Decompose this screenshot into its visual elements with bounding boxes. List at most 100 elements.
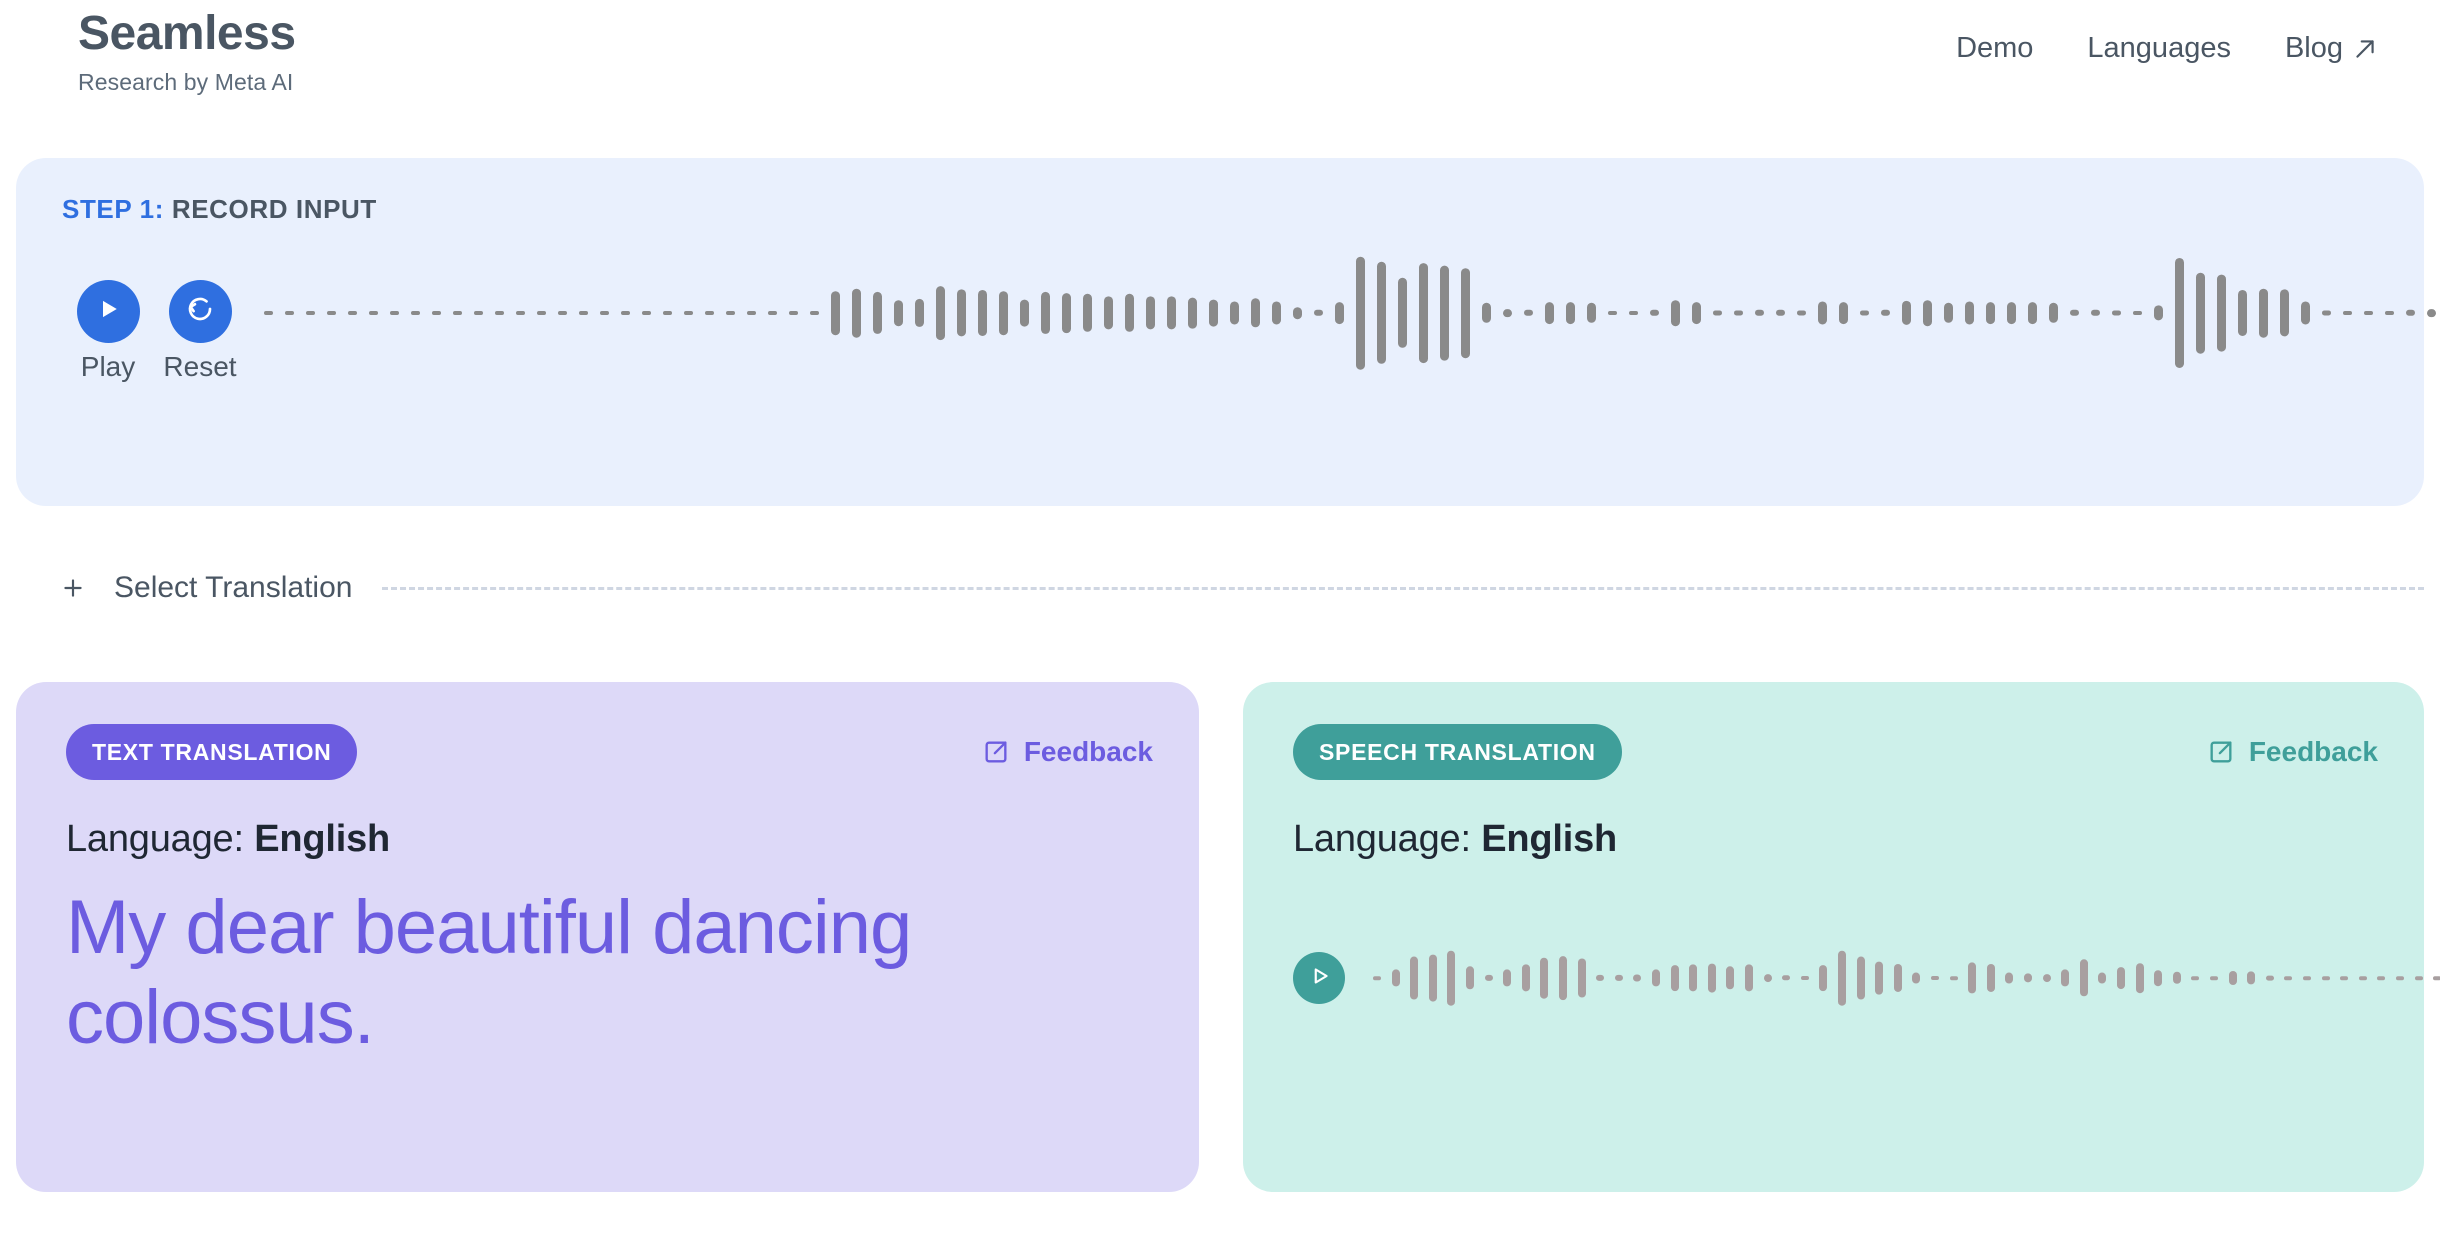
speech-language-label: Language: [1293, 818, 1471, 860]
waveform-bar [894, 300, 903, 326]
waveform-bar [831, 291, 840, 335]
waveform-bar [2175, 257, 2184, 369]
waveform-bar [1482, 302, 1491, 324]
waveform-bar [2154, 970, 2163, 986]
waveform-bar [1629, 311, 1638, 315]
waveform-bar [2061, 969, 2070, 987]
play-button[interactable]: Play [62, 280, 154, 383]
waveform-bar [2284, 976, 2293, 980]
waveform-bar [1398, 277, 1407, 349]
waveform-bar [1545, 302, 1554, 324]
waveform-bar [390, 311, 399, 315]
waveform-bar [411, 311, 420, 315]
waveform-bar [684, 311, 693, 315]
brand-subtitle: Research by Meta AI [78, 68, 294, 95]
waveform-bar [1577, 958, 1586, 998]
waveform-bar [1755, 309, 1764, 317]
waveform-bar [1707, 963, 1716, 993]
text-feedback-link[interactable]: Feedback [982, 736, 1153, 768]
waveform-bar [453, 311, 462, 315]
waveform-bar [1912, 972, 1921, 984]
waveform-bar [369, 311, 378, 315]
nav-link-demo[interactable]: Demo [1956, 32, 2033, 65]
waveform-bar [600, 311, 609, 315]
waveform-bar [1763, 974, 1772, 982]
waveform-bar [474, 311, 483, 315]
waveform-bar [1965, 301, 1974, 325]
waveform-bar [1633, 974, 1642, 982]
reset-icon [184, 293, 216, 330]
waveform-bar [1391, 969, 1400, 987]
waveform-bar [2396, 976, 2404, 980]
text-card-header: Text Translation Feedback [66, 724, 1153, 780]
waveform-bar [1596, 974, 1605, 982]
text-translation-card: Text Translation Feedback Language: Engl… [16, 682, 1199, 1192]
waveform-bar [789, 311, 798, 315]
waveform-bar [1819, 965, 1828, 991]
waveform-bar [1461, 268, 1470, 358]
step-label: STEP 1: RECORD INPUT [62, 194, 2382, 225]
waveform-bar [1745, 964, 1753, 992]
waveform-bar [348, 311, 357, 315]
text-language-value: English [254, 818, 391, 860]
waveform-bar [2358, 976, 2367, 980]
speech-feedback-link[interactable]: Feedback [2207, 736, 2378, 768]
speech-play-button[interactable] [1293, 952, 1345, 1004]
text-translation-badge: Text Translation [66, 724, 358, 780]
external-link-box-icon [982, 738, 1010, 766]
nav-link-languages[interactable]: Languages [2087, 32, 2231, 65]
waveform-bar [2133, 311, 2142, 315]
waveform-bar [2217, 274, 2226, 352]
waveform-bar [1484, 974, 1493, 982]
waveform-bar [1356, 256, 1365, 370]
speech-waveform-bars [1373, 933, 2440, 1023]
main-nav: Demo Languages Blog [1956, 0, 2378, 65]
waveform-bar [264, 311, 273, 315]
waveform-bar [663, 311, 672, 315]
reset-button[interactable]: Reset [154, 280, 246, 383]
translation-results: Text Translation Feedback Language: Engl… [16, 682, 2440, 1192]
waveform-bar [1692, 302, 1701, 324]
waveform-bar [1782, 975, 1791, 981]
nav-link-demo-label: Demo [1956, 32, 2034, 64]
speech-translation-badge: Speech Translation [1293, 724, 1622, 780]
waveform-bar [2414, 976, 2423, 980]
waveform-bar [2007, 302, 2016, 324]
waveform-bar [1986, 302, 1995, 324]
waveform-bar [1670, 965, 1679, 991]
waveform-bar [1377, 261, 1386, 365]
speech-waveform[interactable] [1373, 933, 2440, 1023]
waveform-bar [2172, 971, 2181, 985]
waveform-bar [1062, 293, 1071, 333]
waveform-bar [1650, 309, 1659, 317]
waveform-bar [1923, 300, 1932, 326]
waveform-bar [1652, 969, 1660, 987]
site-header: Seamless Research by Meta AI Demo Langua… [0, 0, 2440, 150]
nav-link-blog[interactable]: Blog [2285, 32, 2378, 65]
waveform-bar [2117, 967, 2125, 989]
select-translation-row[interactable]: Select Translation [60, 562, 2424, 614]
waveform-bar [2364, 311, 2373, 315]
waveform-bar [1251, 298, 1260, 328]
waveform-bar [1188, 297, 1197, 329]
waveform-bar [2321, 976, 2330, 980]
waveform-bar [2028, 302, 2037, 324]
input-waveform[interactable] [264, 238, 2436, 388]
waveform-bar [2070, 309, 2079, 317]
play-button-circle [76, 280, 140, 343]
waveform-bar [1503, 309, 1512, 317]
text-language-label: Language: [66, 818, 244, 860]
waveform-bar [2385, 311, 2394, 315]
waveform-bar [1614, 974, 1623, 982]
waveform-bar [1986, 963, 1995, 993]
waveform-bar [1566, 302, 1575, 324]
waveform-bar [1314, 309, 1323, 317]
waveform-bar [537, 311, 546, 315]
select-translation-label: Select Translation [114, 571, 353, 604]
waveform-bar [2024, 973, 2032, 983]
waveform-bar [1335, 302, 1344, 324]
waveform-bar [285, 311, 294, 315]
waveform-bar [2259, 288, 2268, 338]
record-input-panel: STEP 1: RECORD INPUT Play Reset [16, 158, 2436, 506]
waveform-bar [1041, 291, 1050, 335]
